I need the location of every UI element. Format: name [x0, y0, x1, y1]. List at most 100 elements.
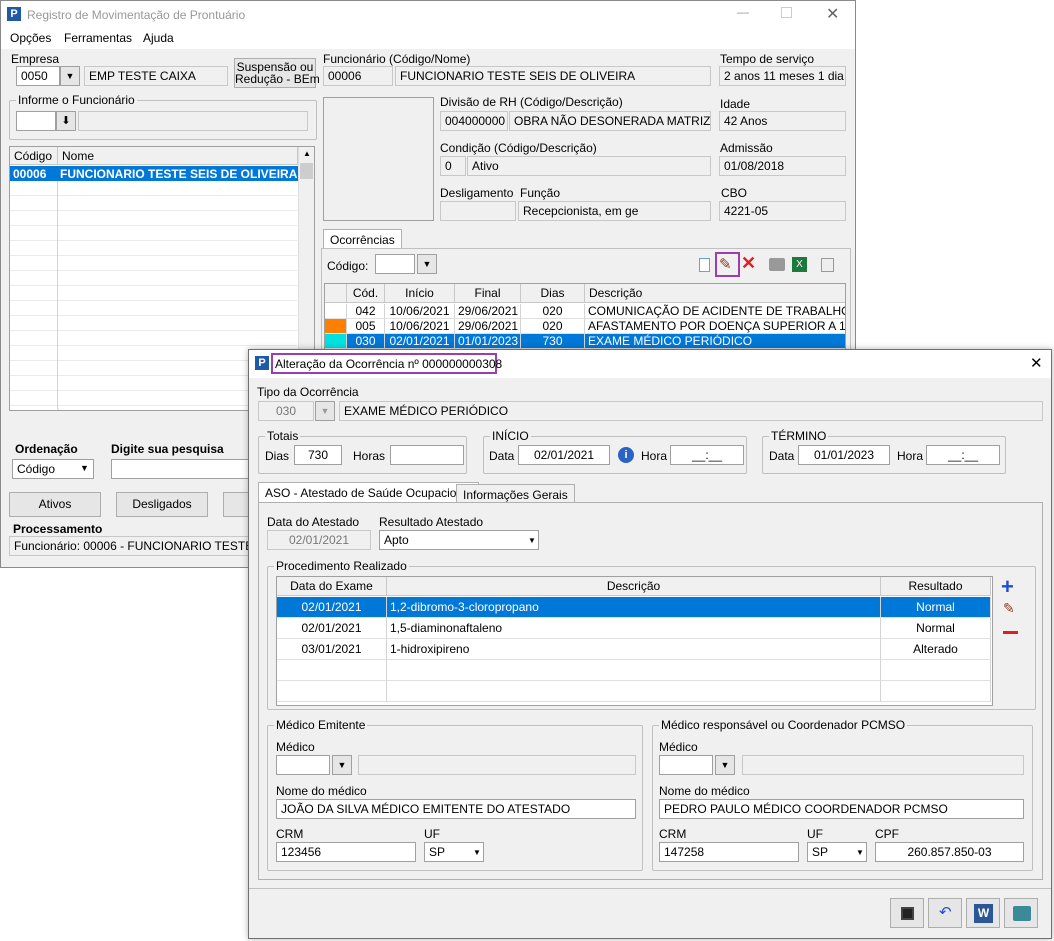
inicio-hora-field[interactable]: __:__: [670, 445, 744, 465]
proc-cell-data[interactable]: 03/01/2021: [277, 639, 387, 660]
occ-header-dias[interactable]: Dias: [521, 284, 585, 303]
info-icon[interactable]: i: [618, 447, 634, 463]
ordenacao-chevron-icon[interactable]: ▼: [80, 463, 89, 473]
occ-cell-desc[interactable]: AFASTAMENTO POR DOENÇA SUPERIOR A 15 DIA…: [585, 319, 845, 334]
suspensao-button[interactable]: Suspensão ou Redução - BEm: [234, 58, 320, 88]
occ-cell-final[interactable]: 29/06/2021: [455, 304, 521, 319]
occ-row-color: [325, 319, 347, 334]
word-button[interactable]: W: [966, 898, 1000, 928]
proc-cell-desc[interactable]: 1-hidroxipireno: [387, 639, 881, 660]
list-header-nome[interactable]: Nome: [58, 147, 298, 165]
proc-empty-cell[interactable]: [881, 660, 991, 681]
proc-header-resultado[interactable]: Resultado: [881, 577, 991, 596]
print-icon[interactable]: [769, 258, 785, 271]
informe-download-icon[interactable]: ⬇: [56, 111, 76, 131]
proc-empty-cell[interactable]: [277, 681, 387, 702]
delete-icon[interactable]: ✕: [741, 253, 756, 274]
proc-cell-desc[interactable]: 1,2-dibromo-3-cloropropano: [387, 597, 881, 618]
occ-header-final[interactable]: Final: [455, 284, 521, 303]
print-button[interactable]: [1004, 898, 1038, 928]
proc-header-descricao[interactable]: Descrição: [387, 577, 881, 596]
proc-empty-cell[interactable]: [881, 681, 991, 702]
resp-nome-field[interactable]: PEDRO PAULO MÉDICO COORDENADOR PCMSO: [659, 799, 1024, 819]
dialog-close-icon[interactable]: ✕: [1030, 354, 1043, 372]
resultado-select[interactable]: Apto: [379, 530, 539, 550]
pesquisa-input[interactable]: [111, 459, 251, 479]
dialog-titlebar: P Alteração da Ocorrência nº 00000000030…: [249, 350, 1051, 378]
list-header-codigo[interactable]: Código: [10, 147, 58, 165]
maximize-icon[interactable]: [781, 7, 792, 18]
remove-minus-icon[interactable]: [1003, 631, 1018, 634]
proc-cell-res[interactable]: Alterado: [881, 639, 991, 660]
ativos-button[interactable]: Ativos: [9, 492, 101, 517]
resp-medico-dropdown[interactable]: ▼: [715, 755, 735, 775]
menu-opcoes[interactable]: Opções: [10, 31, 51, 45]
occ-cell-inicio[interactable]: 02/01/2021: [385, 334, 455, 349]
scroll-up-icon[interactable]: ▲: [303, 149, 311, 158]
tab-aso[interactable]: ASO - Atestado de Saúde Ocupacional: [258, 482, 480, 503]
proc-cell-data[interactable]: 02/01/2021: [277, 597, 387, 618]
menu-ferramentas[interactable]: Ferramentas: [64, 31, 132, 45]
proc-empty-cell[interactable]: [277, 660, 387, 681]
menu-ajuda[interactable]: Ajuda: [143, 31, 174, 45]
undo-button[interactable]: ↶: [928, 898, 962, 928]
occ-cell-dias[interactable]: 020: [521, 304, 585, 319]
excel-icon[interactable]: X: [792, 257, 807, 272]
new-doc-icon[interactable]: [699, 258, 710, 272]
resp-medico-field[interactable]: [659, 755, 713, 775]
emitente-medico-field[interactable]: [276, 755, 330, 775]
proc-empty-cell[interactable]: [387, 681, 881, 702]
occ-cell-cod[interactable]: 042: [347, 304, 385, 319]
informe-field[interactable]: [16, 111, 56, 131]
divisao-code-field: 004000000: [440, 111, 508, 131]
save-button[interactable]: [890, 898, 924, 928]
emitente-medico-dropdown[interactable]: ▼: [332, 755, 352, 775]
proc-cell-res[interactable]: Normal: [881, 597, 991, 618]
codigo-field[interactable]: [375, 254, 415, 274]
occ-header-cod[interactable]: Cód.: [347, 284, 385, 303]
horas-field[interactable]: [390, 445, 464, 465]
occ-header-descricao[interactable]: Descrição: [585, 284, 845, 303]
edit-procedure-icon[interactable]: ✎: [1003, 600, 1015, 617]
occ-cell-cod[interactable]: 005: [347, 319, 385, 334]
tab-ocorrencias[interactable]: Ocorrências: [323, 229, 402, 250]
desligados-button[interactable]: Desligados: [116, 492, 208, 517]
dias-field[interactable]: 730: [294, 445, 342, 465]
occ-cell-inicio[interactable]: 10/06/2021: [385, 304, 455, 319]
occ-header-inicio[interactable]: Início: [385, 284, 455, 303]
empresa-code-field[interactable]: 0050: [16, 66, 60, 86]
proc-empty-cell[interactable]: [387, 660, 881, 681]
proc-header-data[interactable]: Data do Exame: [277, 577, 387, 596]
occ-cell-dias[interactable]: 020: [521, 319, 585, 334]
codigo-dropdown[interactable]: ▼: [417, 254, 437, 274]
minimize-icon[interactable]: —: [737, 5, 749, 19]
resultado-chevron-icon[interactable]: ▼: [528, 536, 536, 545]
report-icon[interactable]: [821, 258, 834, 272]
inicio-data-field[interactable]: 02/01/2021: [518, 445, 610, 465]
resp-crm-field[interactable]: 147258: [659, 842, 799, 862]
occ-cell-cod[interactable]: 030: [347, 334, 385, 349]
occ-cell-final[interactable]: 01/01/2023: [455, 334, 521, 349]
occ-cell-inicio[interactable]: 10/06/2021: [385, 319, 455, 334]
resp-uf-chevron-icon[interactable]: ▼: [856, 848, 864, 857]
emitente-crm-field[interactable]: 123456: [276, 842, 416, 862]
occ-cell-final[interactable]: 29/06/2021: [455, 319, 521, 334]
proc-cell-res[interactable]: Normal: [881, 618, 991, 639]
empresa-dropdown[interactable]: ▼: [60, 66, 80, 86]
tab-informacoes[interactable]: Informações Gerais: [456, 484, 575, 503]
termino-hora-field[interactable]: __:__: [926, 445, 1000, 465]
occ-cell-desc[interactable]: COMUNICAÇÃO DE ACIDENTE DE TRABALHO: [585, 304, 845, 319]
emitente-nome-field[interactable]: JOÃO DA SILVA MÉDICO EMITENTE DO ATESTAD…: [276, 799, 636, 819]
proc-cell-desc[interactable]: 1,5-diaminonaftaleno: [387, 618, 881, 639]
totais-label: Totais: [265, 429, 301, 443]
scroll-thumb[interactable]: [300, 163, 313, 179]
emitente-uf-chevron-icon[interactable]: ▼: [473, 848, 481, 857]
cpf-field[interactable]: 260.857.850-03: [875, 842, 1024, 862]
edit-pencil-icon[interactable]: ✎: [719, 255, 732, 273]
termino-data-field[interactable]: 01/01/2023: [798, 445, 890, 465]
add-plus-icon[interactable]: +: [1001, 576, 1014, 598]
occ-cell-dias[interactable]: 730: [521, 334, 585, 349]
proc-cell-data[interactable]: 02/01/2021: [277, 618, 387, 639]
occ-cell-desc[interactable]: EXAME MÉDICO PERIÓDICO: [585, 334, 845, 349]
close-icon[interactable]: ✕: [826, 4, 839, 24]
